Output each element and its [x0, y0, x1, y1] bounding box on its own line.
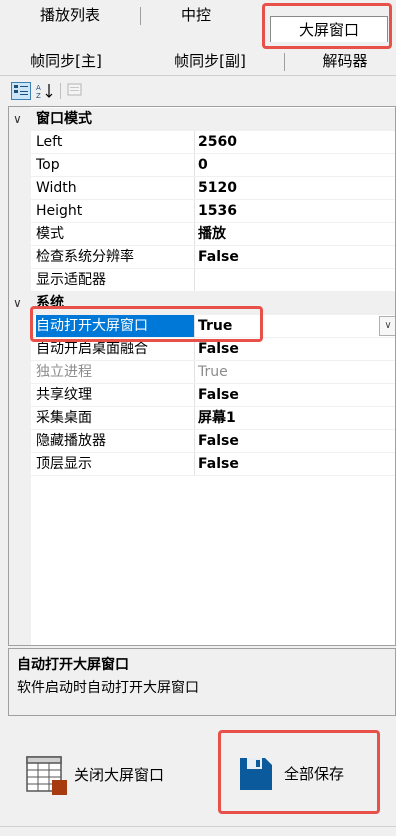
categorized-view-icon[interactable] [11, 82, 31, 100]
property-name: Width [36, 180, 77, 196]
property-name: 共享纹理 [36, 387, 92, 403]
column-divider [194, 338, 195, 361]
bottom-divider [0, 826, 396, 827]
tab-playlist[interactable]: 播放列表 [20, 2, 120, 28]
tab-big-screen-window[interactable]: 大屏窗口 [270, 16, 388, 42]
property-name: 自动开启桌面融合 [36, 341, 148, 357]
property-row[interactable]: Top 0 [9, 154, 395, 177]
tab-central-control[interactable]: 中控 [148, 2, 244, 28]
property-row[interactable]: Width 5120 [9, 177, 395, 200]
property-value[interactable]: False [198, 338, 239, 361]
tab-row-1: 播放列表 中控 大屏窗口 [0, 2, 396, 42]
property-row[interactable]: 独立进程 True [9, 361, 395, 384]
property-row-selected[interactable]: 自动打开大屏窗口 True ∨ [9, 315, 395, 338]
property-name: 隐藏播放器 [36, 433, 106, 449]
property-value[interactable]: 播放 [198, 223, 226, 246]
column-divider [194, 453, 195, 476]
description-panel: 自动打开大屏窗口 软件启动时自动打开大屏窗口 [8, 648, 396, 716]
alphabetical-sort-icon[interactable]: A Z [35, 82, 55, 100]
column-divider [194, 407, 195, 430]
tab-decoder[interactable]: 解码器 [300, 48, 390, 74]
property-name: Top [36, 157, 60, 173]
description-title: 自动打开大屏窗口 [17, 657, 129, 673]
svg-text:A: A [36, 84, 41, 92]
save-all-label: 全部保存 [284, 765, 345, 783]
property-name: 显示适配器 [36, 272, 106, 288]
category-system[interactable]: ∨ 系统 [9, 292, 395, 315]
property-row[interactable]: Height 1536 [9, 200, 395, 223]
chevron-down-icon[interactable]: ∨ [13, 292, 22, 315]
property-toolbar: A Z [8, 80, 388, 104]
column-divider [194, 131, 195, 154]
property-row[interactable]: 模式 播放 [9, 223, 395, 246]
description-text: 软件启动时自动打开大屏窗口 [17, 680, 199, 696]
tab-frame-sync-main[interactable]: 帧同步[主] [16, 48, 116, 74]
dropdown-button[interactable]: ∨ [379, 316, 395, 336]
property-value[interactable]: 屏幕1 [198, 407, 236, 430]
property-name: Height [36, 203, 83, 219]
property-row[interactable]: 隐藏播放器 False [9, 430, 395, 453]
property-value[interactable]: 0 [198, 154, 208, 177]
property-name: 自动打开大屏窗口 [36, 315, 194, 338]
tab-separator [284, 53, 285, 71]
property-grid: ∨ 窗口模式 Left 2560 Top 0 Width 5120 Height… [8, 106, 396, 646]
property-value: True [198, 364, 228, 380]
close-window-label: 关闭大屏窗口 [74, 766, 165, 784]
property-name: 检查系统分辨率 [36, 249, 134, 265]
tab-frame-sync-sub[interactable]: 帧同步[副] [160, 48, 260, 74]
property-value[interactable]: False [198, 453, 239, 476]
column-divider [194, 246, 195, 269]
column-divider [194, 315, 195, 338]
column-divider [194, 200, 195, 223]
property-value[interactable]: 2560 [198, 131, 237, 154]
category-label: 窗口模式 [36, 111, 92, 127]
property-value[interactable]: False [198, 246, 239, 269]
column-divider [194, 223, 195, 246]
save-all-button[interactable]: 全部保存 [228, 740, 378, 808]
property-pages-icon[interactable] [66, 82, 86, 100]
row-divider [31, 475, 395, 476]
property-value[interactable]: False [198, 384, 239, 407]
property-name: 模式 [36, 226, 64, 242]
chevron-down-icon[interactable]: ∨ [13, 108, 22, 131]
tab-separator [140, 7, 141, 25]
property-name: 独立进程 [36, 364, 92, 380]
column-divider [194, 269, 195, 292]
close-window-button[interactable]: 关闭大屏窗口 [22, 752, 192, 802]
category-window-mode[interactable]: ∨ 窗口模式 [9, 108, 395, 131]
property-name: 顶层显示 [36, 456, 92, 472]
property-value[interactable]: 1536 [198, 200, 237, 223]
property-value[interactable]: False [198, 430, 239, 453]
tab-divider [0, 75, 396, 76]
property-row[interactable]: 共享纹理 False [9, 384, 395, 407]
property-row[interactable]: 自动开启桌面融合 False [9, 338, 395, 361]
tab-row-2: 帧同步[主] 帧同步[副] 解码器 [0, 48, 396, 76]
svg-text:Z: Z [36, 92, 41, 100]
property-row[interactable]: 检查系统分辨率 False [9, 246, 395, 269]
toolbar-separator [60, 83, 61, 99]
column-divider [194, 430, 195, 453]
column-divider [194, 384, 195, 407]
property-row[interactable]: 显示适配器 [9, 269, 395, 292]
property-name: 采集桌面 [36, 410, 92, 426]
category-label: 系统 [36, 295, 64, 311]
property-row[interactable]: 顶层显示 False [9, 453, 395, 476]
table-close-icon [26, 756, 67, 795]
property-name: Left [36, 134, 63, 150]
property-value[interactable]: True [198, 315, 232, 338]
column-divider [194, 154, 195, 177]
save-icon [240, 758, 272, 790]
property-row[interactable]: Left 2560 [9, 131, 395, 154]
property-row[interactable]: 采集桌面 屏幕1 [9, 407, 395, 430]
column-divider [194, 361, 195, 384]
property-value[interactable]: 5120 [198, 177, 237, 200]
column-divider [194, 177, 195, 200]
